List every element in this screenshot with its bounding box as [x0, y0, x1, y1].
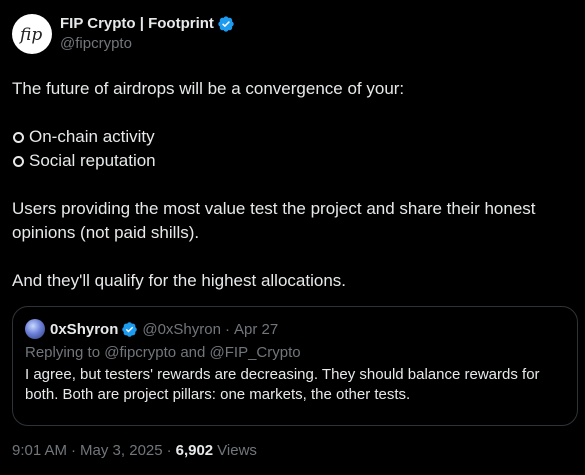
verified-badge-icon [122, 321, 138, 337]
views-count: 6,902 [175, 442, 214, 459]
quote-author-avatar[interactable] [25, 319, 45, 339]
tweet-body: The future of airdrops will be a converg… [12, 77, 574, 293]
svg-text:fip: fip [18, 25, 42, 45]
tweet-time[interactable]: 9:01 AM [12, 442, 67, 459]
bullet-text: Social reputation [29, 151, 156, 170]
tweet-paragraph-2: Users providing the most value test the … [12, 199, 541, 242]
fip-logo-icon: fip [18, 25, 42, 45]
bullet-text: On-chain activity [29, 127, 155, 146]
tweet-meta: 9:01 AM · May 3, 2025 · 6,902 Views [12, 442, 257, 459]
author-avatar[interactable]: fip [12, 14, 52, 54]
meta-separator: · [166, 442, 172, 459]
replying-prefix: Replying to [25, 344, 101, 361]
circle-bullet-icon [13, 155, 24, 167]
views-label: Views [217, 442, 257, 459]
quoted-tweet[interactable]: 0xShyron @0xShyron · Apr 27 Replying to … [12, 306, 578, 426]
quote-separator: · [224, 320, 230, 338]
verified-badge-icon[interactable] [217, 15, 235, 33]
quote-header: 0xShyron @0xShyron · Apr 27 [25, 319, 565, 339]
author-display-name[interactable]: FIP Crypto | Footprint [60, 14, 214, 34]
tweet-paragraph-3: And they'll qualify for the highest allo… [12, 271, 346, 290]
author-name-row: FIP Crypto | Footprint [60, 14, 235, 34]
author-handle[interactable]: @fipcrypto [60, 34, 235, 54]
circle-bullet-icon [13, 131, 24, 143]
quote-date[interactable]: Apr 27 [234, 321, 278, 338]
author-names: FIP Crypto | Footprint @fipcrypto [60, 14, 235, 54]
replying-and: and [180, 344, 206, 361]
mention-link[interactable]: @fipcrypto [104, 344, 176, 361]
quote-display-name[interactable]: 0xShyron [50, 321, 118, 338]
quote-handle[interactable]: @0xShyron [142, 321, 221, 338]
tweet-line-1: The future of airdrops will be a converg… [12, 79, 405, 98]
bullet-item: Social reputation [12, 149, 574, 173]
meta-separator: · [71, 442, 77, 459]
mention-link[interactable]: @FIP_Crypto [210, 344, 301, 361]
bullet-item: On-chain activity [12, 125, 574, 149]
quote-text: I agree, but testers' rewards are decrea… [25, 366, 540, 403]
tweet-header: fip FIP Crypto | Footprint @fipcrypto [12, 14, 235, 54]
tweet-date[interactable]: May 3, 2025 [80, 442, 163, 459]
replying-to: Replying to @fipcrypto and @FIP_Crypto [25, 343, 565, 363]
